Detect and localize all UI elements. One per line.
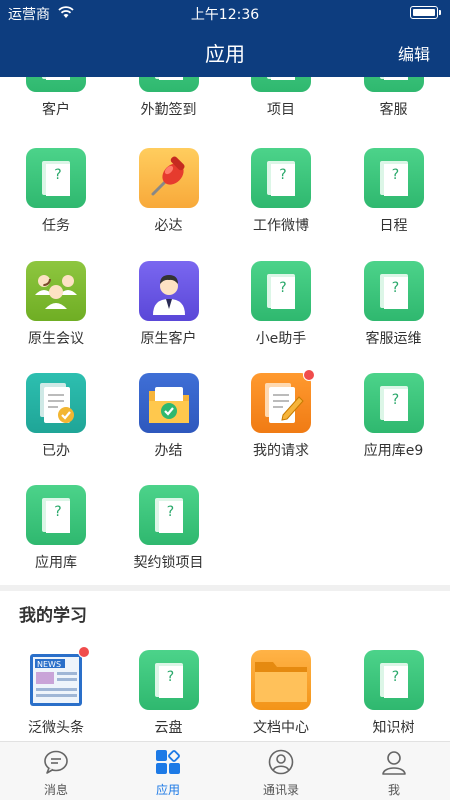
app-label: 外勤签到 [140, 102, 197, 118]
green-doc-icon: ? [251, 77, 311, 92]
app-item[interactable]: NEWS 泛微头条 [0, 646, 112, 741]
app-label: 知识树 [372, 720, 415, 736]
green-doc-icon: ? [138, 485, 199, 545]
meeting-people-icon [26, 261, 86, 321]
app-label: 我的请求 [253, 443, 309, 459]
app-label: 客户 [42, 102, 70, 118]
app-item[interactable]: ? 应用库 [0, 485, 112, 597]
app-item[interactable]: 文档中心 [225, 650, 337, 741]
app-item[interactable]: 原生客户 [113, 261, 225, 373]
app-item[interactable]: ? 工作微博 [225, 148, 337, 260]
green-doc-icon: ? [363, 373, 424, 433]
green-doc-icon: ? [138, 650, 199, 710]
folder-check-icon [138, 373, 199, 433]
app-label: 泛微头条 [28, 720, 84, 736]
app-label: 项目 [267, 102, 295, 118]
battery-icon [410, 6, 441, 19]
page-title: 应用 [205, 42, 245, 66]
app-item[interactable]: ? 项目 [225, 77, 337, 144]
orange-folder-icon [251, 650, 311, 710]
request-edit-icon [251, 369, 315, 433]
app-label: 工作微博 [253, 218, 309, 234]
green-doc-icon: ? [363, 261, 424, 321]
app-label: 客服 [379, 102, 408, 118]
app-label: 小e助手 [255, 331, 307, 347]
green-doc-icon: ? [251, 148, 311, 208]
app-label: 原生会议 [28, 331, 84, 347]
app-item[interactable]: ? 任务 [0, 148, 112, 260]
section-divider [0, 585, 450, 591]
app-item[interactable]: ? 客户 [0, 77, 112, 144]
green-doc-icon: ? [363, 650, 424, 710]
app-label: 应用库e9 [363, 443, 424, 459]
tab-messages[interactable]: 消息 [0, 742, 112, 800]
app-label: 日程 [379, 218, 408, 234]
app-label: 应用库 [35, 555, 77, 571]
app-label: 必达 [154, 218, 183, 234]
done-docs-icon [26, 373, 86, 433]
tab-label: 消息 [43, 783, 68, 797]
news-icon: NEWS [26, 646, 90, 710]
message-icon [44, 750, 68, 774]
green-doc-icon: ? [363, 77, 424, 92]
apps-grid-icon [156, 750, 180, 774]
app-item[interactable]: 我的请求 [225, 369, 337, 485]
pushpin-icon [138, 148, 199, 208]
tab-apps[interactable]: 应用 [112, 742, 224, 800]
tab-label: 应用 [155, 783, 180, 797]
app-label: 契约锁项目 [133, 555, 204, 571]
app-screen: 运营商 上午12:36 应用 编辑 ? 客户? 外勤签到? 项目? 客服? 任务 必达? 工作… [0, 0, 450, 800]
green-doc-icon: ? [26, 77, 86, 92]
tab-label: 我 [387, 783, 400, 797]
tab-bar: 消息 应用 通讯录 我 [0, 741, 450, 800]
green-doc-icon: ? [363, 148, 424, 208]
app-item[interactable]: ? 云盘 [113, 650, 225, 741]
section-title-learning: 我的学习 [19, 606, 87, 626]
green-doc-icon: ? [26, 148, 86, 208]
app-label: 任务 [42, 218, 70, 234]
app-item[interactable]: ? 日程 [338, 148, 450, 260]
badge-dot [303, 369, 315, 381]
tab-label: 通讯录 [262, 783, 299, 797]
svg-text:NEWS: NEWS [37, 660, 61, 669]
edit-button[interactable]: 编辑 [398, 41, 430, 65]
app-item[interactable]: 必达 [113, 148, 225, 260]
app-label: 已办 [42, 443, 70, 459]
app-item[interactable]: 办结 [113, 373, 225, 485]
green-doc-icon: ? [138, 77, 199, 92]
green-doc-icon: ? [26, 485, 86, 545]
app-item[interactable]: ? 外勤签到 [113, 77, 225, 144]
app-item[interactable]: ? 小e助手 [225, 261, 337, 373]
app-label: 文档中心 [253, 720, 309, 736]
app-item[interactable]: ? 客服 [338, 77, 450, 144]
contacts-icon [268, 749, 294, 775]
app-label: 云盘 [154, 720, 183, 736]
app-label: 办结 [154, 443, 183, 459]
app-item[interactable]: 已办 [0, 373, 112, 485]
profile-icon [382, 751, 406, 775]
app-label: 客服运维 [365, 331, 422, 347]
tab-contacts[interactable]: 通讯录 [225, 742, 337, 800]
tab-me[interactable]: 我 [338, 742, 450, 800]
status-bar: 运营商 上午12:36 [0, 0, 450, 26]
customer-avatar-icon [138, 261, 199, 321]
app-item[interactable]: ? 知识树 [338, 650, 450, 741]
header: 运营商 上午12:36 应用 编辑 [0, 0, 450, 77]
app-list[interactable]: ? 客户? 外勤签到? 项目? 客服? 任务 必达? 工作微博? 日程原生会议 原生客户? 小e助手… [0, 77, 450, 741]
app-item[interactable]: ? 契约锁项目 [113, 485, 225, 597]
app-item[interactable]: 原生会议 [0, 261, 112, 373]
badge-dot [78, 646, 90, 658]
app-item[interactable]: ? 客服运维 [338, 261, 450, 373]
app-item[interactable]: ? 应用库e9 [338, 373, 450, 485]
app-label: 原生客户 [140, 331, 197, 347]
status-time: 上午12:36 [190, 7, 260, 23]
green-doc-icon: ? [251, 261, 311, 321]
